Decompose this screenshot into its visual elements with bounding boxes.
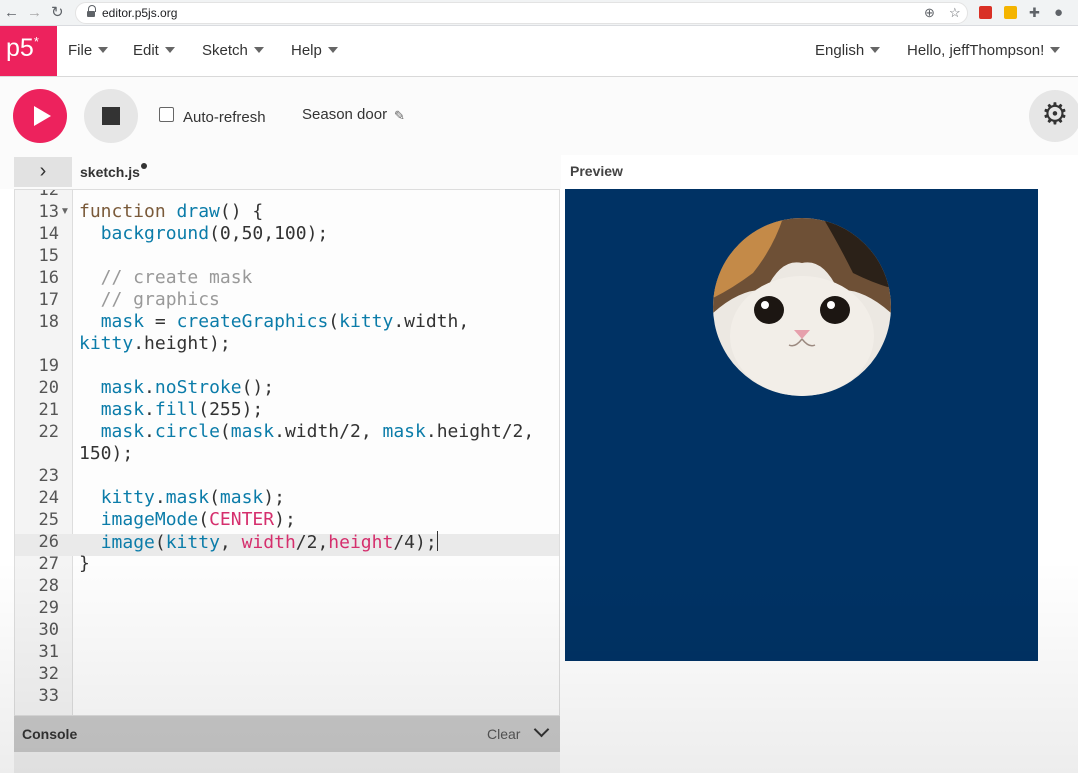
line-number: 14 (38, 224, 59, 244)
file-tab[interactable]: sketch.js (80, 163, 147, 180)
line-number: 15 (38, 246, 59, 266)
fold-arrow-icon[interactable]: ▼ (60, 206, 70, 217)
line-number: 20 (38, 378, 59, 398)
menu-edit[interactable]: Edit (133, 42, 175, 59)
language-menu[interactable]: English (815, 42, 881, 59)
console-label: Console (22, 726, 78, 742)
line-number: 26 (38, 532, 59, 552)
console-header: Console Clear (14, 716, 560, 752)
code-editor[interactable]: 12 13 function draw() { ▼ 14 background(0,50… (14, 189, 560, 716)
auto-refresh-checkbox[interactable] (159, 107, 174, 122)
line-number: 17 (38, 290, 59, 310)
zoom-icon[interactable]: ⊕ (924, 5, 935, 21)
caret-down-icon (98, 47, 109, 53)
code-line: 150); (79, 443, 134, 464)
menu-sketch[interactable]: Sketch (202, 42, 264, 59)
line-number: 33 (38, 686, 59, 706)
forward-icon[interactable]: → (27, 3, 42, 23)
line-number: 30 (38, 620, 59, 640)
bookmark-star-icon[interactable]: ☆ (949, 5, 961, 21)
line-number: 25 (38, 510, 59, 530)
app-menubar: p5* File Edit Sketch Help English Hello,… (0, 26, 1078, 77)
sketch-toolbar: Auto-refresh Season door ✎ ⚙ (0, 77, 1078, 155)
menu-help[interactable]: Help (291, 42, 338, 59)
caret-down-icon (327, 47, 338, 53)
caret-down-icon (1050, 47, 1061, 53)
pencil-icon[interactable]: ✎ (394, 108, 405, 124)
line-number: 31 (38, 642, 59, 662)
line-number: 32 (38, 664, 59, 684)
line-number: 27 (38, 554, 59, 574)
line-number: 29 (38, 598, 59, 618)
url-text: editor.p5js.org (102, 6, 178, 20)
caret-down-icon (253, 47, 264, 53)
profile-avatar-icon[interactable]: ● (1054, 3, 1063, 23)
code-line: background(0,50,100); (100, 223, 329, 244)
menu-file[interactable]: File (68, 42, 109, 59)
project-name[interactable]: Season door (302, 106, 387, 123)
code-line: // create mask (79, 267, 253, 288)
caret-down-icon (870, 47, 881, 53)
settings-gear-icon[interactable]: ⚙ (1029, 90, 1078, 142)
sidebar-toggle-chevron-icon[interactable]: › (14, 157, 72, 187)
line-number: 19 (38, 356, 59, 376)
line-number: 22 (38, 422, 59, 442)
back-icon[interactable]: ← (4, 3, 19, 23)
line-number: 12 (38, 189, 59, 200)
kitty-image (713, 218, 891, 396)
code-line: kitty.mask(mask); (100, 487, 285, 508)
unsaved-indicator (140, 163, 147, 169)
code-line: mask.noStroke(); (100, 377, 275, 398)
preview-label: Preview (570, 163, 623, 179)
text-cursor (436, 531, 438, 551)
line-number: 16 (38, 268, 59, 288)
editor-header: › sketch.js (0, 155, 561, 189)
code-line: mask.circle(mask.width/2, mask.height/2, (100, 421, 535, 442)
user-menu[interactable]: Hello, jeffThompson! (907, 42, 1061, 59)
reload-icon[interactable]: ↻ (51, 3, 64, 23)
code-line: kitty.height); (79, 333, 231, 354)
code-line: mask = createGraphics(kitty.width, (100, 311, 470, 332)
code-line: image(kitty, width/2,height/4); (100, 531, 438, 553)
line-number: 24 (38, 488, 59, 508)
extensions-puzzle-icon[interactable]: ✚ (1029, 3, 1040, 23)
line-number: 21 (38, 400, 59, 420)
code-line: // graphics (79, 289, 220, 310)
code-line: } (79, 553, 90, 574)
browser-toolbar: ← → ↻ editor.p5js.org ⊕ ☆ ✚ ● (0, 0, 1078, 26)
p5-logo[interactable]: p5* (0, 26, 57, 76)
line-number: 18 (38, 312, 59, 332)
console-body (14, 752, 560, 773)
caret-down-icon (164, 47, 175, 53)
code-line: mask.fill(255); (100, 399, 264, 420)
extension-icon[interactable] (979, 6, 992, 19)
line-number: 13 (38, 202, 59, 222)
stop-button[interactable] (84, 89, 138, 143)
lock-icon (87, 5, 96, 18)
address-bar[interactable]: editor.p5js.org ⊕ ☆ (75, 2, 968, 24)
line-number: 28 (38, 576, 59, 596)
extension-shield-icon[interactable] (1004, 6, 1017, 19)
chevron-down-icon[interactable] (533, 721, 550, 738)
code-line: imageMode(CENTER); (100, 509, 296, 530)
line-number: 23 (38, 466, 59, 486)
play-button[interactable] (13, 89, 67, 143)
preview-canvas (565, 189, 1038, 661)
auto-refresh-label: Auto-refresh (183, 109, 266, 126)
console-clear-button[interactable]: Clear (487, 726, 520, 742)
code-line: function draw() { (79, 201, 264, 222)
